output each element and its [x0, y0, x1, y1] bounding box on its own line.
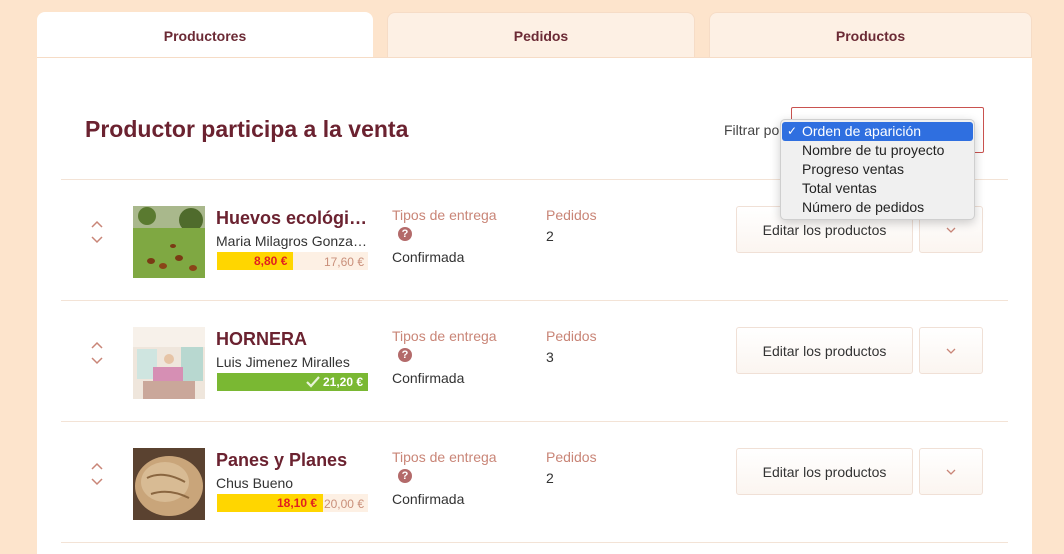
page-title: Productor participa a la venta: [85, 116, 409, 142]
tab-productores[interactable]: Productores: [37, 12, 373, 58]
move-down-icon[interactable]: [89, 355, 105, 367]
chevron-down-icon: [946, 348, 956, 354]
orders-label: Pedidos: [546, 207, 597, 223]
orders-label: Pedidos: [546, 328, 597, 344]
more-options-button[interactable]: [919, 327, 983, 374]
more-options-button[interactable]: [919, 448, 983, 495]
filter-option[interactable]: Progreso ventas: [782, 160, 973, 179]
sales-progress-bar: 21,20 €: [217, 373, 368, 391]
orders-count: 2: [546, 470, 554, 486]
edit-products-button[interactable]: Editar los productos: [736, 448, 913, 495]
producer-owner: Chus Bueno: [216, 475, 294, 491]
move-down-icon[interactable]: [89, 234, 105, 246]
producer-row: Panes y Planes Chus Bueno 18,10 € 20,00 …: [37, 422, 1032, 542]
reorder-controls: [89, 218, 105, 258]
producer-photo: [133, 448, 205, 520]
filter-option[interactable]: Total ventas: [782, 179, 973, 198]
filter-option[interactable]: Nombre de tu proyecto: [782, 141, 973, 160]
producer-row: HORNERA Luis Jimenez Miralles 21,20 € Ti…: [37, 301, 1032, 421]
producer-owner: Maria Milagros Gonzalez: [216, 233, 370, 249]
producer-photo: [133, 327, 205, 399]
chevron-down-icon: [946, 469, 956, 475]
orders-label: Pedidos: [546, 449, 597, 465]
producer-name[interactable]: HORNERA: [216, 329, 372, 350]
delivery-label: Tipos de entrega: [392, 328, 497, 344]
delivery-label: Tipos de entrega: [392, 207, 497, 223]
move-down-icon[interactable]: [89, 476, 105, 488]
help-icon[interactable]: ?: [398, 348, 412, 362]
delivery-status: Confirmada: [392, 249, 465, 265]
delivery-status: Confirmada: [392, 370, 465, 386]
sales-progress-bar: 18,10 € 20,00 €: [217, 494, 368, 512]
producer-name[interactable]: Panes y Planes: [216, 450, 372, 471]
edit-products-button[interactable]: Editar los productos: [736, 327, 913, 374]
tabs: Productores Pedidos Productos: [37, 12, 1032, 58]
checkmark-icon: ✓: [787, 124, 798, 138]
help-icon[interactable]: ?: [398, 227, 412, 241]
producer-owner: Luis Jimenez Miralles: [216, 354, 350, 370]
filter-label: Filtrar por: [724, 122, 784, 138]
filter-dropdown: ✓ Orden de aparición Nombre de tu proyect…: [780, 119, 975, 220]
reorder-controls: [89, 460, 105, 500]
move-up-icon[interactable]: [89, 218, 105, 230]
producer-name[interactable]: Huevos ecológicos: [216, 208, 372, 229]
orders-count: 3: [546, 349, 554, 365]
tab-productos[interactable]: Productos: [709, 12, 1032, 58]
sales-amount: 8,80 €: [254, 254, 288, 268]
sales-target: 17,60 €: [323, 255, 364, 269]
sales-progress-bar: 8,80 € 17,60 €: [217, 252, 368, 270]
delivery-label: Tipos de entrega: [392, 449, 497, 465]
reorder-controls: [89, 339, 105, 379]
orders-count: 2: [546, 228, 554, 244]
divider: [61, 542, 1008, 543]
help-icon[interactable]: ?: [398, 469, 412, 483]
chevron-down-icon: [946, 227, 956, 233]
check-icon: [306, 376, 320, 388]
filter-option[interactable]: ✓ Orden de aparición: [782, 122, 973, 141]
move-up-icon[interactable]: [89, 339, 105, 351]
move-up-icon[interactable]: [89, 460, 105, 472]
sales-amount: 18,10 €: [277, 496, 318, 510]
delivery-status: Confirmada: [392, 491, 465, 507]
sales-target: 20,00 €: [323, 497, 364, 511]
filter-option[interactable]: Número de pedidos: [782, 198, 973, 217]
tab-pedidos[interactable]: Pedidos: [387, 12, 695, 58]
producer-photo: [133, 206, 205, 278]
sales-amount: 21,20 €: [323, 375, 364, 389]
